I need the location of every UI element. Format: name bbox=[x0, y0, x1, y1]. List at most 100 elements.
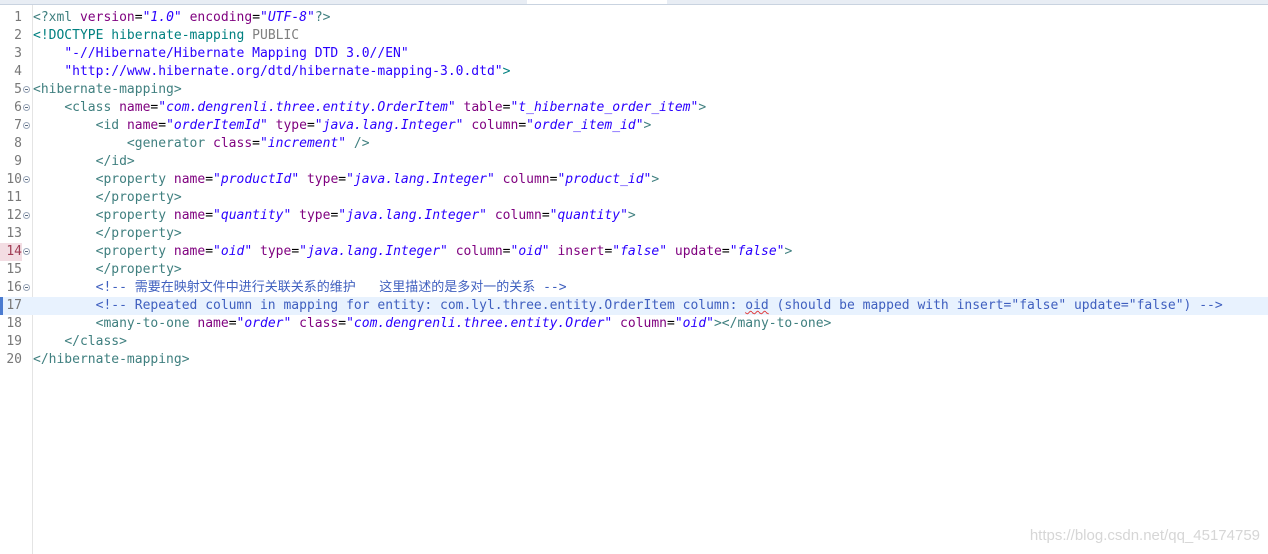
code-line[interactable]: 17 <!-- Repeated column in mapping for e… bbox=[0, 297, 1268, 315]
line-number: 19 bbox=[6, 334, 22, 349]
code-token: name bbox=[119, 100, 151, 115]
code-token: encoding bbox=[189, 10, 253, 25]
code-token: = bbox=[541, 208, 550, 223]
line-number: 6 bbox=[14, 100, 22, 115]
xml-code-editor[interactable]: 1 <?xml version="1.0" encoding="UTF-8"?> 2… bbox=[0, 5, 1268, 554]
line-number: 10 bbox=[6, 172, 22, 187]
code-line[interactable]: 2 <!DOCTYPE hibernate-mapping PUBLIC bbox=[0, 27, 1268, 45]
code-token: "quantity" bbox=[213, 208, 292, 223]
code-token: <!-- Repeated column in mapping for enti… bbox=[95, 298, 746, 313]
fold-toggle-icon[interactable] bbox=[23, 86, 30, 93]
code-line[interactable]: 16 <!-- 需要在映射文件中进行关联关系的维护 这里描述的是多对一的关系 -… bbox=[0, 279, 1268, 297]
code-token: = bbox=[134, 10, 143, 25]
code-token: "t_hibernate_order_item" bbox=[510, 100, 699, 115]
fold-toggle-icon[interactable] bbox=[23, 212, 30, 219]
code-token: name bbox=[173, 208, 206, 223]
fold-toggle-icon[interactable] bbox=[23, 248, 30, 255]
line-number: 18 bbox=[6, 316, 22, 331]
code-token: "java.lang.Integer" bbox=[346, 172, 495, 187]
code-text: </class> bbox=[33, 333, 127, 351]
code-line[interactable]: 4 "http://www.hibernate.org/dtd/hibernat… bbox=[0, 63, 1268, 81]
line-number: 12 bbox=[6, 208, 22, 223]
fold-toggle-icon[interactable] bbox=[23, 176, 30, 183]
code-line[interactable]: 19 </class> bbox=[0, 333, 1268, 351]
code-token: ></many-to-one> bbox=[713, 316, 832, 331]
code-token: </property> bbox=[95, 262, 182, 277]
line-number: 15 bbox=[6, 262, 22, 277]
code-token: name bbox=[126, 118, 159, 133]
code-text: <class name="com.dengrenli.three.entity.… bbox=[33, 99, 706, 117]
code-token: = bbox=[291, 244, 300, 259]
code-token: </property> bbox=[95, 226, 182, 241]
code-token: "oid" bbox=[510, 244, 550, 259]
code-token: "product_id" bbox=[557, 172, 652, 187]
code-token: "java.lang.Integer" bbox=[338, 208, 488, 223]
code-token: = bbox=[228, 316, 237, 331]
line-number: 8 bbox=[14, 136, 22, 151]
code-line[interactable]: 6 <class name="com.dengrenli.three.entit… bbox=[0, 99, 1268, 117]
code-token: = bbox=[338, 172, 347, 187]
code-line[interactable]: 3 "-//Hibernate/Hibernate Mapping DTD 3.… bbox=[0, 45, 1268, 63]
code-line[interactable]: 18 <many-to-one name="order" class="com.… bbox=[0, 315, 1268, 333]
active-editor-tab[interactable] bbox=[527, 0, 667, 4]
code-line[interactable]: 15 </property> bbox=[0, 261, 1268, 279]
fold-toggle-icon[interactable] bbox=[23, 122, 30, 129]
code-token: = bbox=[502, 244, 511, 259]
code-line[interactable]: 5 <hibernate-mapping> bbox=[0, 81, 1268, 99]
watermark: https://blog.csdn.net/qq_45174759 bbox=[1029, 527, 1260, 544]
code-token: <property bbox=[95, 172, 174, 187]
code-text: </property> bbox=[33, 261, 182, 279]
line-number: 4 bbox=[14, 64, 22, 79]
code-token: column bbox=[455, 244, 503, 259]
code-line[interactable]: 7 <id name="orderItemId" type="java.lang… bbox=[0, 117, 1268, 135]
code-token: > bbox=[698, 100, 707, 115]
code-token: "http://www.hibernate.org/dtd/hibernate-… bbox=[64, 64, 503, 79]
code-line[interactable]: 1 <?xml version="1.0" encoding="UTF-8"?> bbox=[0, 9, 1268, 27]
code-token: = bbox=[306, 118, 315, 133]
code-token: type bbox=[306, 172, 339, 187]
code-line[interactable]: 14 <property name="oid" type="java.lang.… bbox=[0, 243, 1268, 261]
code-token: <?xml bbox=[33, 10, 80, 25]
code-token: > bbox=[643, 118, 652, 133]
code-token: "orderItemId" bbox=[166, 118, 268, 133]
code-line[interactable]: 9 </id> bbox=[0, 153, 1268, 171]
code-text: </hibernate-mapping> bbox=[33, 351, 190, 369]
code-token: table bbox=[463, 100, 503, 115]
code-token: <!DOCTYPE bbox=[33, 28, 112, 43]
code-token: <property bbox=[95, 208, 174, 223]
code-token: </hibernate-mapping> bbox=[33, 352, 190, 367]
code-token: "java.lang.Integer" bbox=[314, 118, 464, 133]
code-line[interactable]: 12 <property name="quantity" type="java.… bbox=[0, 207, 1268, 225]
code-token: column bbox=[471, 118, 519, 133]
code-text: <many-to-one name="order" class="com.den… bbox=[33, 315, 832, 333]
fold-toggle-icon[interactable] bbox=[23, 284, 30, 291]
code-token: "java.lang.Integer" bbox=[299, 244, 448, 259]
code-token: = bbox=[667, 316, 675, 331]
line-number: 13 bbox=[6, 226, 22, 241]
code-line[interactable]: 11 </property> bbox=[0, 189, 1268, 207]
code-line[interactable]: 20 </hibernate-mapping> bbox=[0, 351, 1268, 369]
code-token: "oid" bbox=[674, 316, 714, 331]
code-token: = bbox=[252, 10, 261, 25]
code-line[interactable]: 13 </property> bbox=[0, 225, 1268, 243]
line-number: 20 bbox=[6, 352, 22, 367]
fold-toggle-icon[interactable] bbox=[23, 104, 30, 111]
code-token: version bbox=[79, 10, 135, 25]
code-line[interactable]: 10 <property name="productId" type="java… bbox=[0, 171, 1268, 189]
code-token: = bbox=[158, 118, 167, 133]
code-line[interactable]: 8 <generator class="increment" /> bbox=[0, 135, 1268, 153]
